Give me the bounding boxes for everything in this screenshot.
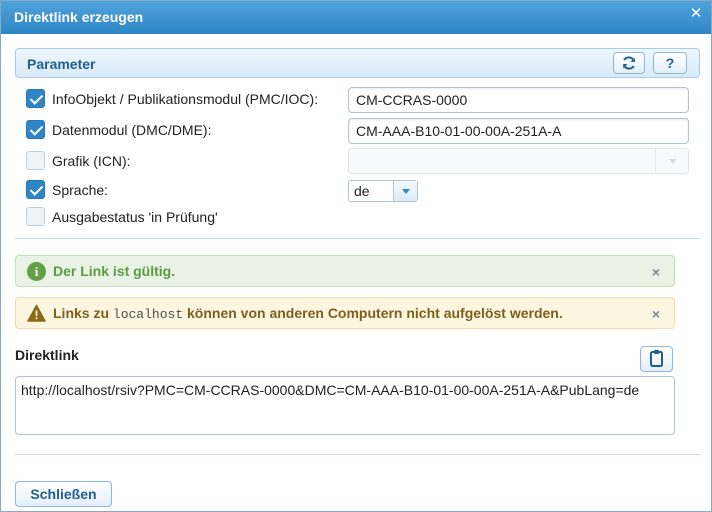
- close-icon[interactable]: ×: [652, 264, 660, 280]
- pmc-label: InfoObjekt / Publikationsmodul (PMC/IOC)…: [52, 91, 319, 107]
- dmc-label: Datenmodul (DMC/DME):: [52, 122, 212, 138]
- divider: [15, 454, 700, 455]
- pmc-checkbox[interactable]: [26, 89, 45, 108]
- parameter-section-header: Parameter ?: [15, 48, 700, 78]
- direktlink-label: Direktlink: [15, 347, 79, 363]
- language-label: Sprache:: [52, 182, 109, 198]
- refresh-button[interactable]: [613, 52, 645, 74]
- pmc-input[interactable]: CM-CCRAS-0000: [348, 87, 689, 113]
- divider: [15, 238, 700, 239]
- info-icon: i: [27, 262, 46, 281]
- success-alert: i Der Link ist gültig. ×: [15, 255, 675, 287]
- warning-suffix: können von anderen Computern nicht aufge…: [187, 305, 563, 321]
- dialog-title: Direktlink erzeugen: [14, 9, 144, 25]
- clipboard-icon: [650, 350, 663, 367]
- language-select[interactable]: de: [348, 180, 418, 202]
- status-checkbox[interactable]: [26, 207, 45, 226]
- help-button[interactable]: ?: [653, 52, 687, 74]
- icn-select[interactable]: [348, 148, 689, 174]
- language-value: de: [354, 183, 370, 199]
- status-label: Ausgabestatus 'in Prüfung': [52, 209, 218, 225]
- warning-prefix: Links zu: [53, 305, 110, 321]
- warning-alert: Links zu localhost können von anderen Co…: [15, 297, 675, 329]
- direktlink-textarea[interactable]: http://localhost/rsiv?PMC=CM-CCRAS-0000&…: [15, 376, 675, 435]
- parameter-section-title: Parameter: [27, 56, 96, 72]
- dialog-window: Direktlink erzeugen ✕ Parameter ? InfoOb…: [0, 0, 712, 512]
- close-button[interactable]: Schließen: [15, 481, 112, 507]
- icn-label: Grafik (ICN):: [52, 153, 131, 169]
- copy-to-clipboard-button[interactable]: [640, 346, 673, 372]
- close-icon[interactable]: ×: [652, 306, 660, 322]
- title-bar[interactable]: Direktlink erzeugen ✕: [1, 1, 711, 34]
- success-alert-text: Der Link ist gültig.: [53, 263, 176, 279]
- dmc-input[interactable]: CM-AAA-B10-01-00-00A-251A-A: [348, 118, 689, 144]
- dmc-checkbox[interactable]: [26, 120, 45, 139]
- warning-icon: [27, 304, 46, 322]
- warning-alert-text: Links zu localhost können von anderen Co…: [53, 305, 563, 322]
- language-checkbox[interactable]: [26, 180, 45, 199]
- close-icon[interactable]: ✕: [688, 6, 704, 22]
- chevron-down-icon: [655, 149, 688, 173]
- chevron-down-icon: [393, 181, 417, 201]
- refresh-icon: [623, 56, 635, 70]
- icn-checkbox[interactable]: [26, 151, 45, 170]
- warning-code: localhost: [112, 307, 184, 322]
